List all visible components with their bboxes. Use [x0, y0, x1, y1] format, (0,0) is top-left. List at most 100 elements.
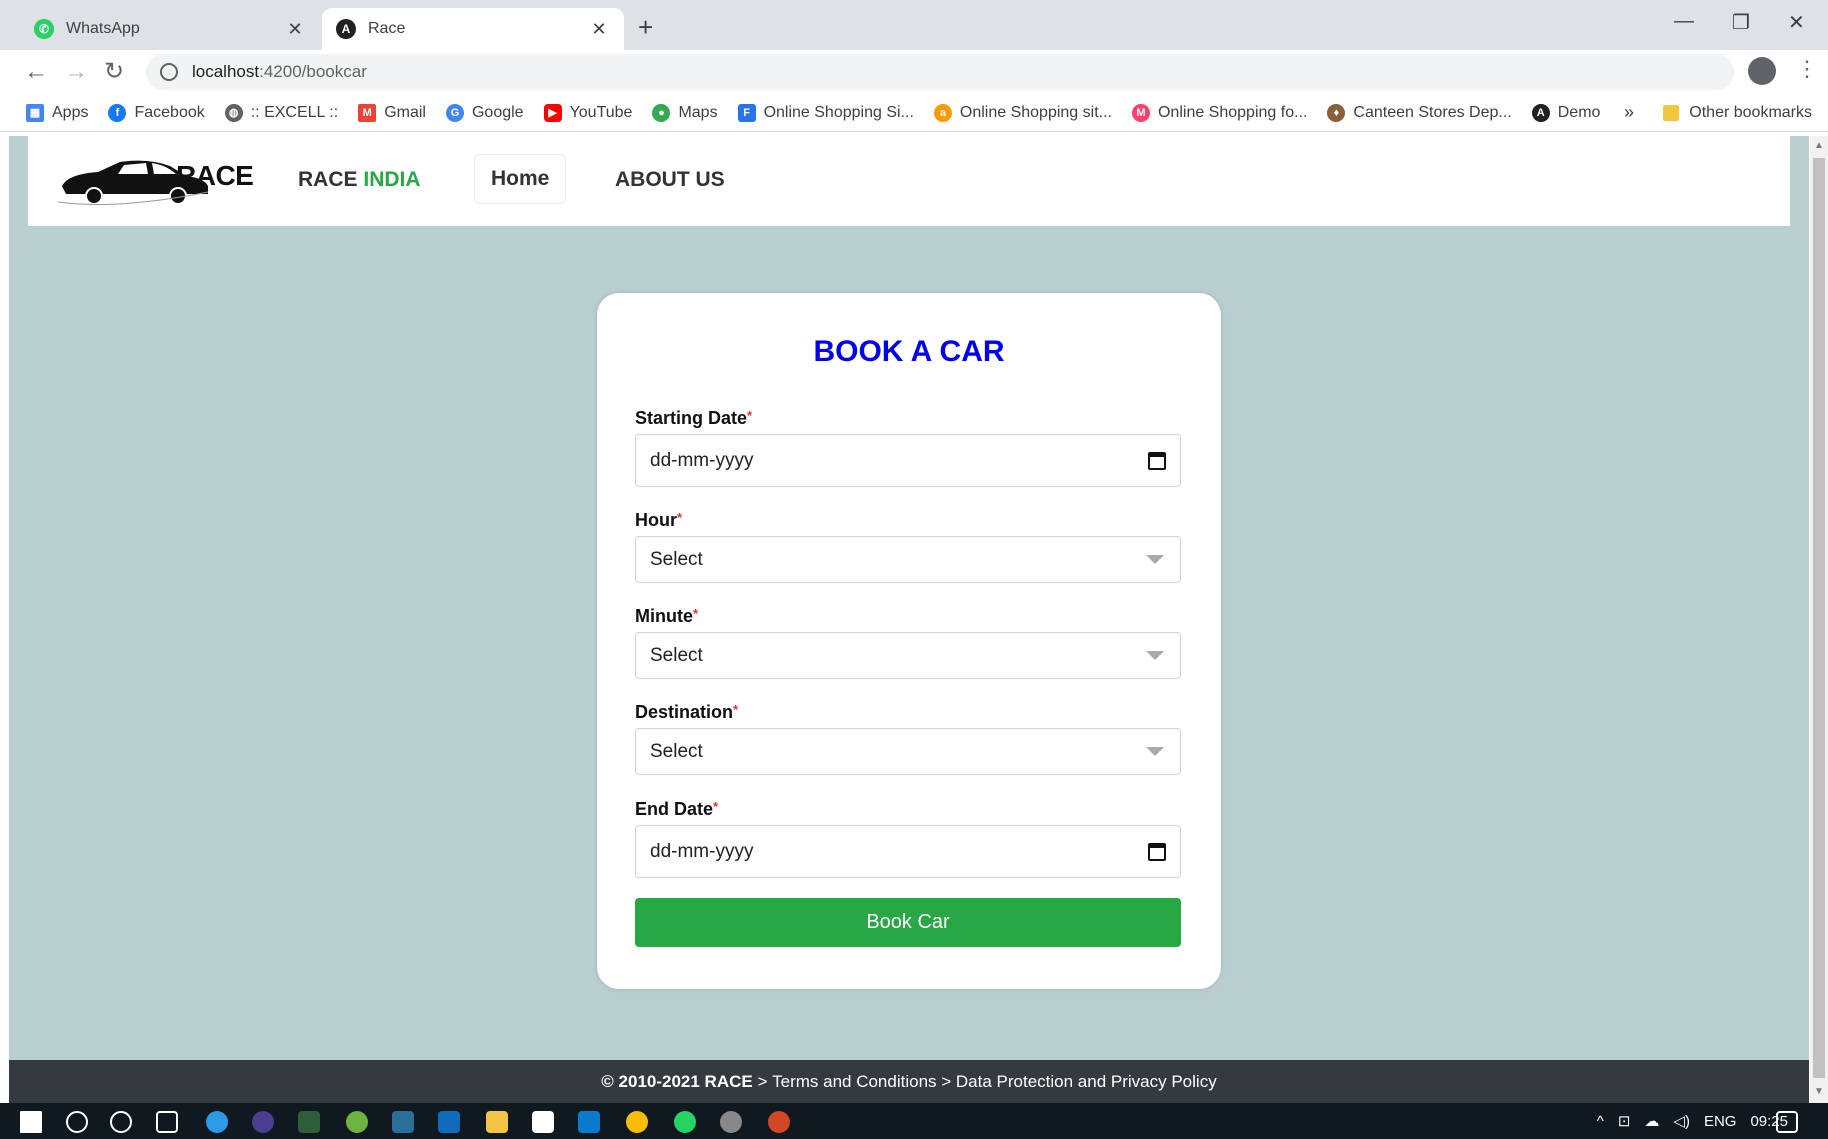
bookmark-excell[interactable]: ◍:: EXCELL :: — [224, 103, 338, 122]
bookmark-google[interactable]: G Google — [445, 103, 524, 122]
volume-icon[interactable]: ◁) — [1673, 1112, 1690, 1130]
file-explorer-icon[interactable] — [486, 1111, 508, 1133]
destination-select[interactable]: Select — [635, 728, 1181, 775]
brand-main: RACE — [298, 168, 358, 191]
flipkart-icon: F — [737, 103, 756, 122]
globe-icon: ◍ — [224, 103, 243, 122]
angular-icon: A — [336, 19, 356, 39]
network-icon[interactable]: ⊡ — [1618, 1112, 1631, 1130]
url-host: localhost — [192, 62, 260, 81]
task-view-icon[interactable] — [156, 1111, 178, 1133]
tab-race[interactable]: A Race ✕ — [322, 8, 624, 50]
spring-icon[interactable] — [346, 1111, 368, 1133]
store-icon[interactable] — [532, 1111, 554, 1133]
tab-title: WhatsApp — [66, 20, 140, 37]
nav-about-us[interactable]: ABOUT US — [615, 168, 725, 192]
book-car-form: BOOK A CAR Starting Date* dd-mm-yyyy Hou… — [597, 293, 1221, 989]
privacy-link[interactable]: Data Protection and Privacy Policy — [956, 1072, 1217, 1092]
whatsapp-icon[interactable] — [674, 1111, 696, 1133]
bookmark-label: Apps — [52, 103, 89, 121]
end-date-input[interactable]: dd-mm-yyyy — [635, 825, 1181, 878]
bookmark-flipkart[interactable]: F Online Shopping Si... — [737, 103, 914, 122]
edge-icon[interactable] — [206, 1111, 228, 1133]
bookmark-facebook[interactable]: f Facebook — [108, 103, 205, 122]
language-indicator[interactable]: ENG — [1704, 1113, 1737, 1130]
minimize-icon[interactable]: — — [1674, 10, 1694, 33]
google-icon: G — [445, 103, 464, 122]
amazon-icon: a — [933, 103, 952, 122]
powerpoint-icon[interactable] — [768, 1111, 790, 1133]
cortana-icon[interactable] — [110, 1111, 132, 1133]
scroll-down-icon[interactable]: ▼ — [1814, 1086, 1824, 1097]
calendar-icon[interactable] — [1148, 451, 1166, 470]
browser-titlebar: ✆ WhatsApp ✕ A Race ✕ + — ❐ ✕ — [0, 0, 1828, 50]
bookmark-myntra[interactable]: M Online Shopping fo... — [1131, 103, 1308, 122]
close-tab-icon[interactable]: ✕ — [588, 19, 610, 40]
sql-icon[interactable] — [392, 1111, 414, 1133]
address-bar[interactable]: localhost:4200/bookcar — [146, 54, 1734, 90]
scroll-up-icon[interactable]: ▲ — [1814, 140, 1824, 151]
bookmark-demo[interactable]: A Demo — [1531, 103, 1600, 122]
starting-date-input[interactable]: dd-mm-yyyy — [635, 434, 1181, 487]
required-mark: * — [693, 606, 699, 621]
footer-separator: > — [936, 1071, 956, 1091]
footer-separator: > — [752, 1071, 773, 1091]
bookmark-label: Online Shopping fo... — [1157, 103, 1308, 121]
tab-whatsapp[interactable]: ✆ WhatsApp ✕ — [20, 8, 320, 50]
label-text: Starting Date — [635, 408, 748, 428]
brand-name[interactable]: RACE INDIA — [298, 168, 421, 192]
nav-home[interactable]: Home — [474, 154, 567, 204]
bookmark-youtube[interactable]: ▶ YouTube — [543, 103, 633, 122]
minute-label: Minute* — [635, 606, 698, 627]
bookmark-gmail[interactable]: M Gmail — [358, 103, 426, 122]
bookmarks-bar: ▦ Apps f Facebook ◍:: EXCELL :: M Gmail G Go… — [0, 94, 1828, 132]
notifications-icon[interactable] — [1776, 1111, 1798, 1133]
close-tab-icon[interactable]: ✕ — [284, 19, 306, 40]
vscode-icon[interactable] — [578, 1111, 600, 1133]
mail-icon[interactable] — [438, 1111, 460, 1133]
chevron-down-icon — [1146, 651, 1164, 660]
bookmark-apps[interactable]: ▦ Apps — [26, 103, 89, 122]
close-window-icon[interactable]: ✕ — [1788, 10, 1805, 35]
maps-icon: ● — [652, 103, 671, 122]
cloud-icon[interactable]: ☁ — [1644, 1112, 1659, 1130]
settings-icon[interactable] — [720, 1111, 742, 1133]
page-scrollbar[interactable]: ▲ ▼ — [1810, 136, 1828, 1103]
windows-taskbar: ^ ⊡ ☁ ◁) ENG 09:25 — [0, 1103, 1828, 1139]
calendar-icon[interactable] — [1148, 842, 1166, 861]
facebook-icon: f — [108, 103, 127, 122]
scrollbar-thumb[interactable] — [1813, 158, 1825, 1078]
bookmark-label: YouTube — [569, 103, 633, 121]
terminal-icon[interactable] — [298, 1111, 320, 1133]
site-info-icon[interactable] — [160, 63, 178, 81]
footer-copyright: © 2010-2021 RACE — [601, 1071, 753, 1091]
browser-menu-icon[interactable]: ⋮ — [1796, 56, 1818, 82]
required-mark: * — [677, 510, 683, 525]
url-path: :4200/bookcar — [259, 62, 367, 81]
eclipse-icon[interactable] — [252, 1111, 274, 1133]
bookmark-label: Canteen Stores Dep... — [1353, 103, 1512, 121]
book-car-button[interactable]: Book Car — [635, 898, 1181, 947]
required-mark: * — [733, 702, 739, 717]
minute-select[interactable]: Select — [635, 632, 1181, 679]
other-bookmarks[interactable]: Other bookmarks — [1663, 94, 1812, 132]
chrome-icon[interactable] — [626, 1111, 648, 1133]
forward-icon[interactable]: → — [64, 58, 88, 86]
required-mark: * — [713, 799, 719, 814]
windows-start-icon[interactable] — [20, 1111, 42, 1133]
new-tab-button[interactable]: + — [638, 12, 653, 42]
bookmark-csd[interactable]: ♦ Canteen Stores Dep... — [1327, 103, 1512, 122]
hour-select[interactable]: Select — [635, 536, 1181, 583]
reload-icon[interactable]: ↻ — [104, 58, 124, 86]
terms-link[interactable]: Terms and Conditions — [772, 1072, 936, 1092]
back-icon[interactable]: ← — [24, 58, 48, 86]
required-mark: * — [747, 408, 753, 423]
bookmark-maps[interactable]: ● Maps — [652, 103, 718, 122]
search-icon[interactable] — [66, 1111, 88, 1133]
more-bookmarks-icon[interactable]: » — [1624, 102, 1634, 123]
date-placeholder: dd-mm-yyyy — [650, 840, 754, 862]
chevron-up-icon[interactable]: ^ — [1597, 1113, 1604, 1130]
profile-avatar-icon[interactable] — [1748, 57, 1776, 85]
restore-icon[interactable]: ❐ — [1732, 10, 1750, 35]
bookmark-amazon[interactable]: a Online Shopping sit... — [933, 103, 1112, 122]
